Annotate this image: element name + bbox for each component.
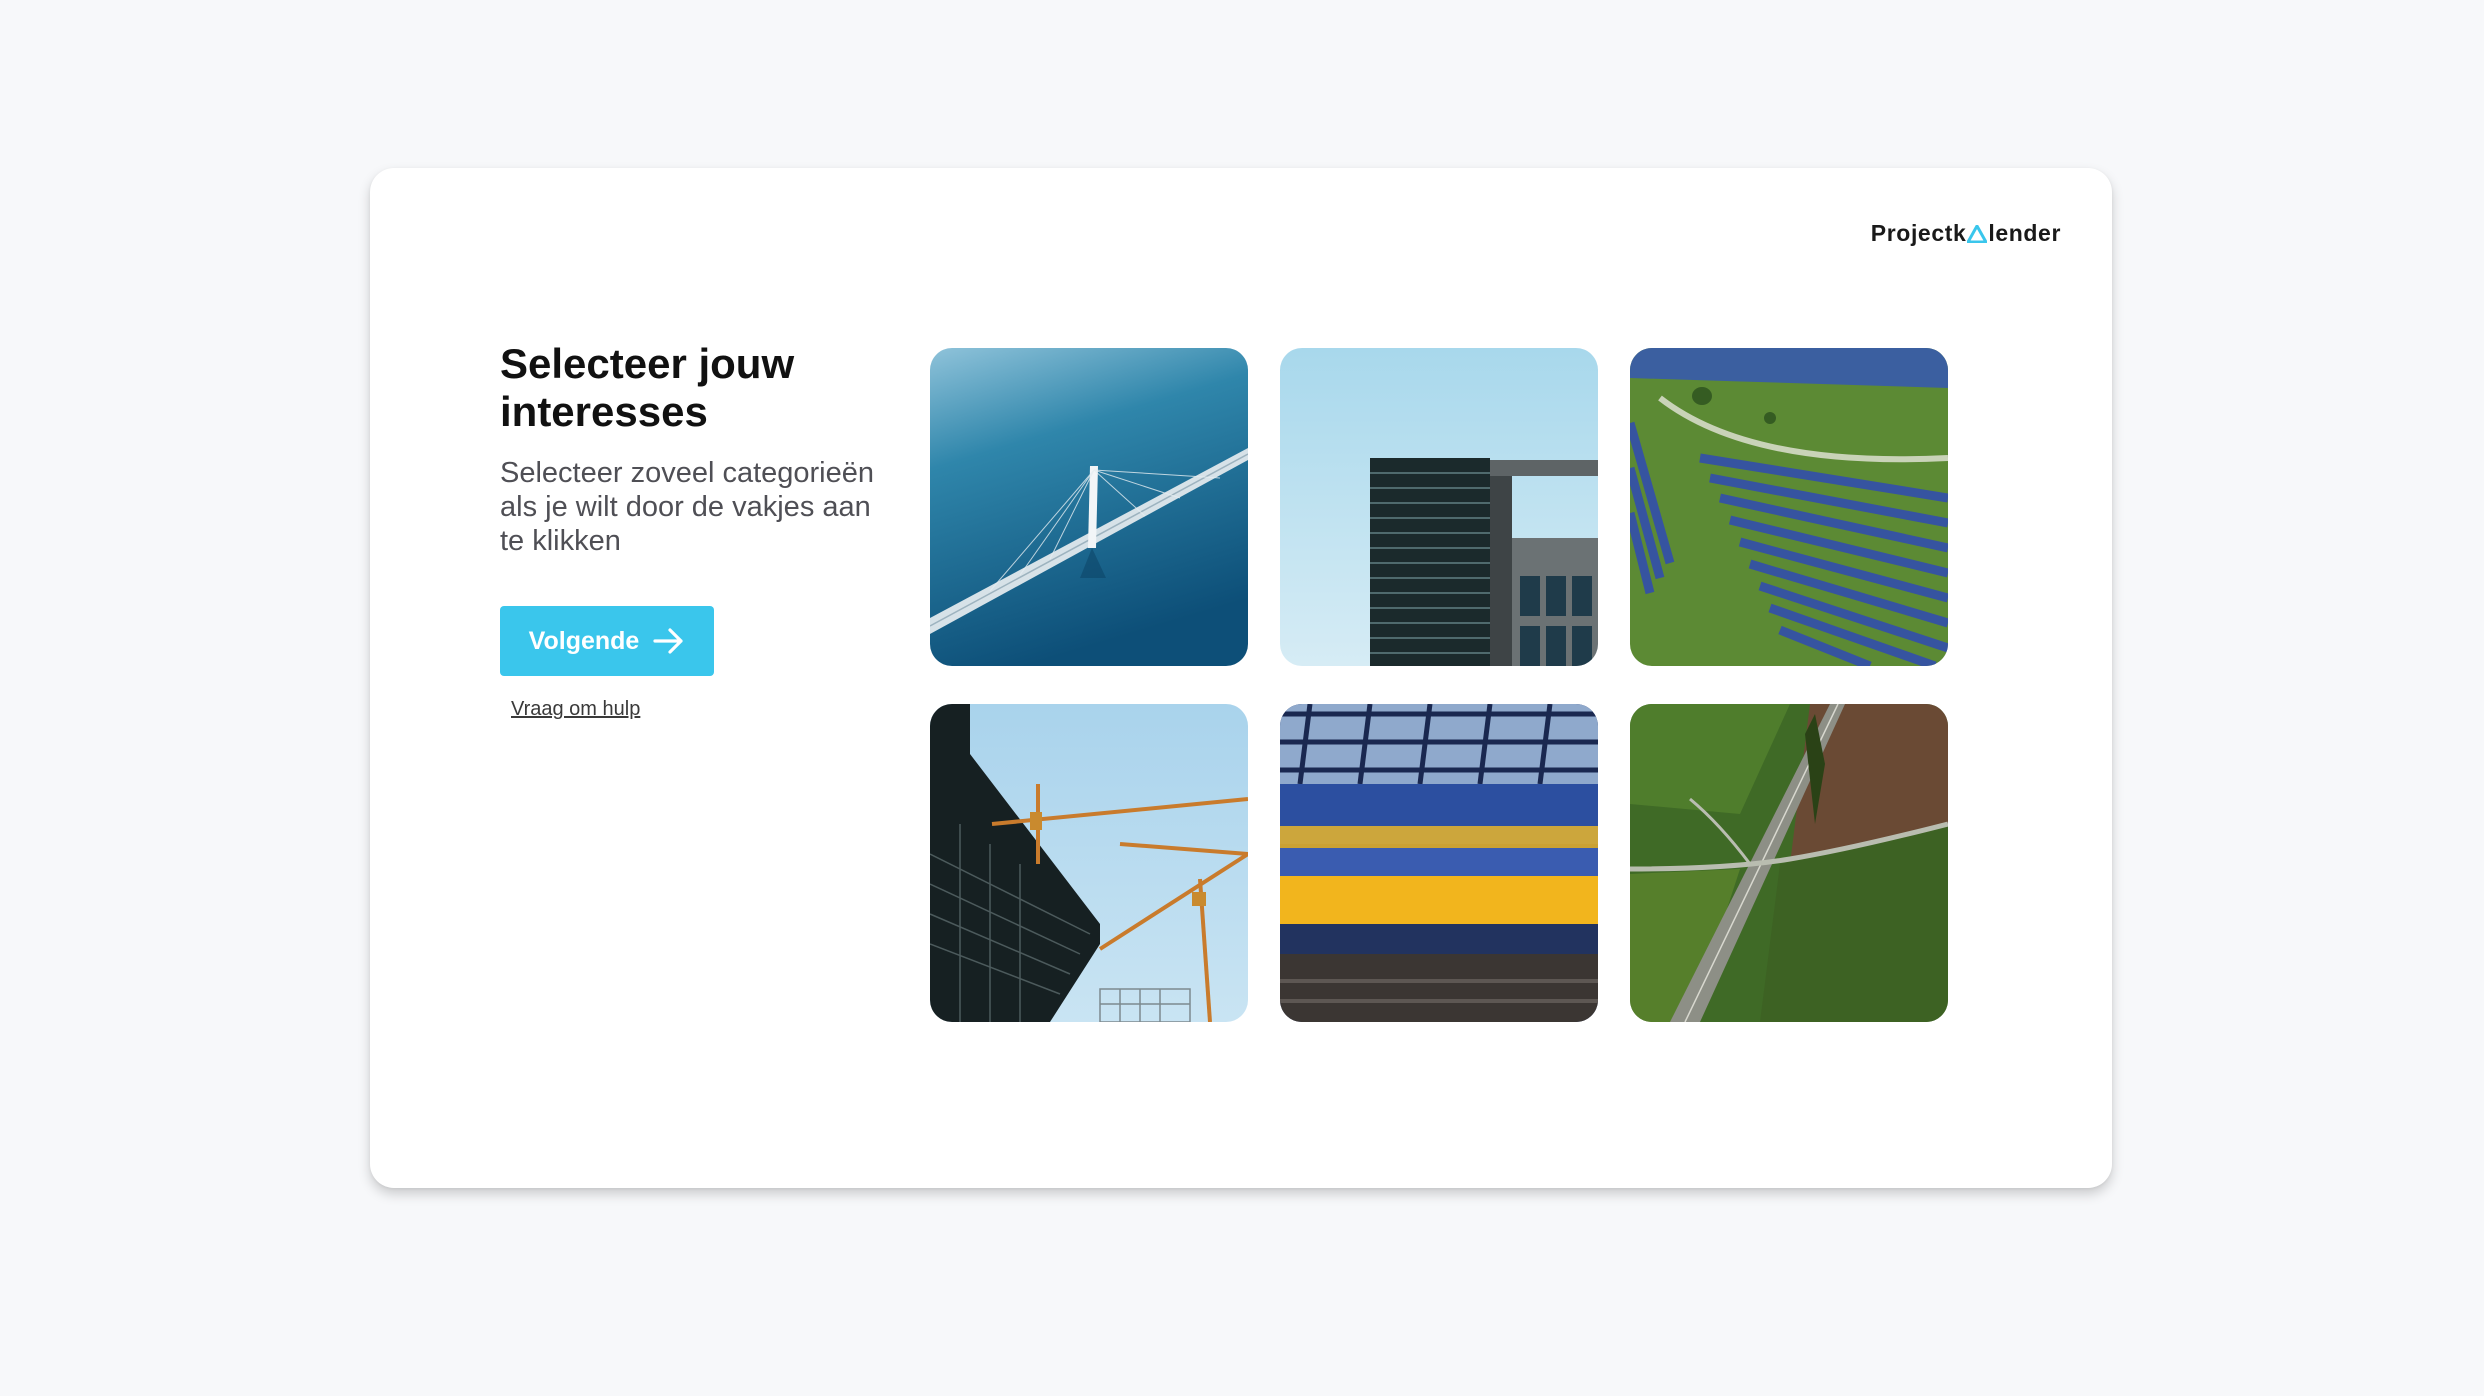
logo-a-mark-icon	[1967, 224, 1988, 243]
arrow-right-icon	[653, 628, 683, 654]
highway-image	[1630, 704, 1948, 1022]
logo-text-suffix: lender	[1988, 220, 2061, 246]
logo-text-prefix: Projectk	[1870, 220, 1967, 246]
intro-section: Selecteer jouw interesses Selecteer zove…	[500, 340, 900, 558]
brand-logo: Projectk lender	[1871, 220, 2061, 247]
help-link[interactable]: Vraag om hulp	[511, 698, 640, 721]
solar-field-image	[1630, 348, 1948, 666]
train-image	[1280, 704, 1598, 1022]
category-tile-train[interactable]	[1280, 704, 1598, 1022]
next-button[interactable]: Volgende	[500, 606, 714, 676]
page-subtitle: Selecteer zoveel categorieën als je wilt…	[500, 457, 875, 557]
page-title: Selecteer jouw interesses	[500, 340, 795, 435]
onboarding-card: Projectk lender Selecteer jouw interesse…	[370, 168, 2112, 1188]
category-tile-construction[interactable]	[930, 704, 1248, 1022]
category-tile-road[interactable]	[1630, 704, 1948, 1022]
category-tile-solar[interactable]	[1630, 348, 1948, 666]
building-image	[1280, 348, 1598, 666]
next-button-label: Volgende	[528, 626, 640, 655]
category-tile-bridge[interactable]	[930, 348, 1248, 666]
construction-cranes-image	[930, 704, 1248, 1022]
bridge-image	[930, 348, 1248, 666]
category-tile-building[interactable]	[1280, 348, 1598, 666]
